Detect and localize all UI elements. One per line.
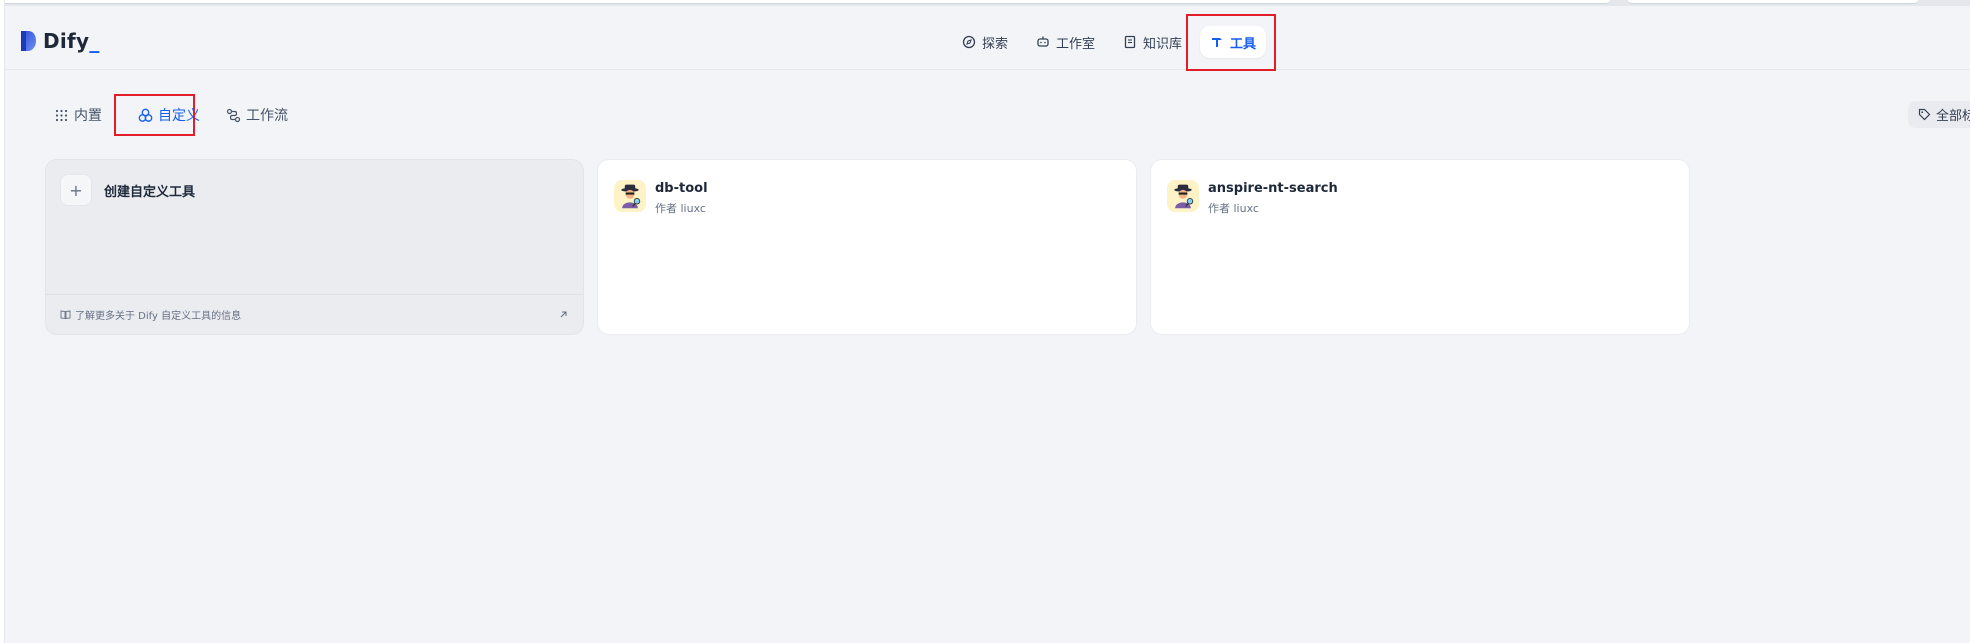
plus-icon[interactable]: + [60, 174, 92, 206]
tool-card[interactable]: db-tool 作者 liuxc [597, 159, 1137, 335]
create-custom-tool-card[interactable]: + 创建自定义工具 了解更多关于 Dify 自定义工具的信息 [45, 159, 584, 335]
nav-label: 工作室 [1056, 36, 1096, 52]
tool-name: anspire-nt-search [1208, 181, 1338, 196]
nav-item-tools[interactable]: 工具 [1200, 26, 1267, 58]
hammer-icon [1212, 38, 1223, 47]
tab-workflow[interactable]: 工作流 [222, 101, 292, 129]
tool-author: 作者 liuxc [1208, 202, 1259, 215]
compass-icon [962, 35, 976, 49]
dify-logo[interactable]: Dify_ [19, 27, 100, 55]
tab-custom[interactable]: 自定义 [134, 101, 204, 129]
nav-label: 工具 [1230, 36, 1257, 52]
learn-more-link[interactable]: 了解更多关于 Dify 自定义工具的信息 [46, 294, 583, 334]
tool-author: 作者 liuxc [655, 202, 706, 215]
dify-logo-icon [21, 31, 36, 51]
nav-label: 探索 [982, 36, 1009, 52]
workflow-icon [226, 108, 241, 122]
create-tool-row[interactable]: + 创建自定义工具 [60, 174, 195, 206]
browser-tab[interactable] [0, 0, 1610, 4]
tool-name: db-tool [655, 181, 708, 196]
learn-more-text: 了解更多关于 Dify 自定义工具的信息 [75, 311, 242, 322]
tab-label: 内置 [74, 108, 102, 124]
nav-label: 知识库 [1143, 36, 1183, 52]
browser-tab[interactable] [1628, 0, 1918, 4]
tag-icon [1918, 108, 1931, 121]
logo-text: Dify_ [43, 29, 100, 53]
grid-dots-icon [55, 109, 68, 121]
circles-icon [138, 108, 153, 122]
detective-avatar-icon [1167, 180, 1199, 212]
tool-type-tabs: 内置 自定义 工作流 [50, 100, 292, 130]
create-tool-title: 创建自定义工具 [104, 184, 196, 200]
external-arrow-icon [560, 311, 567, 318]
tag-filter-button[interactable]: 全部标 [1908, 101, 1970, 128]
open-book-icon [60, 310, 71, 320]
window-edge [0, 0, 5, 643]
tool-card[interactable]: anspire-nt-search 作者 liuxc [1150, 159, 1690, 335]
tab-label: 自定义 [158, 108, 200, 124]
nav-item-studio[interactable]: 工作室 [1026, 26, 1105, 58]
main-nav: 探索 工作室 知识库 工具 [952, 26, 1267, 58]
nav-item-explore[interactable]: 探索 [952, 26, 1018, 58]
top-header: Dify_ 探索 工作室 知识库 工具 [5, 6, 1970, 70]
nav-item-knowledge[interactable]: 知识库 [1113, 26, 1192, 58]
robot-icon [1037, 36, 1049, 47]
book-icon [1124, 35, 1136, 49]
tab-builtin[interactable]: 内置 [50, 101, 106, 129]
detective-avatar-icon [614, 180, 646, 212]
tag-filter-label: 全部标 [1936, 109, 1970, 124]
tab-label: 工作流 [246, 108, 288, 124]
